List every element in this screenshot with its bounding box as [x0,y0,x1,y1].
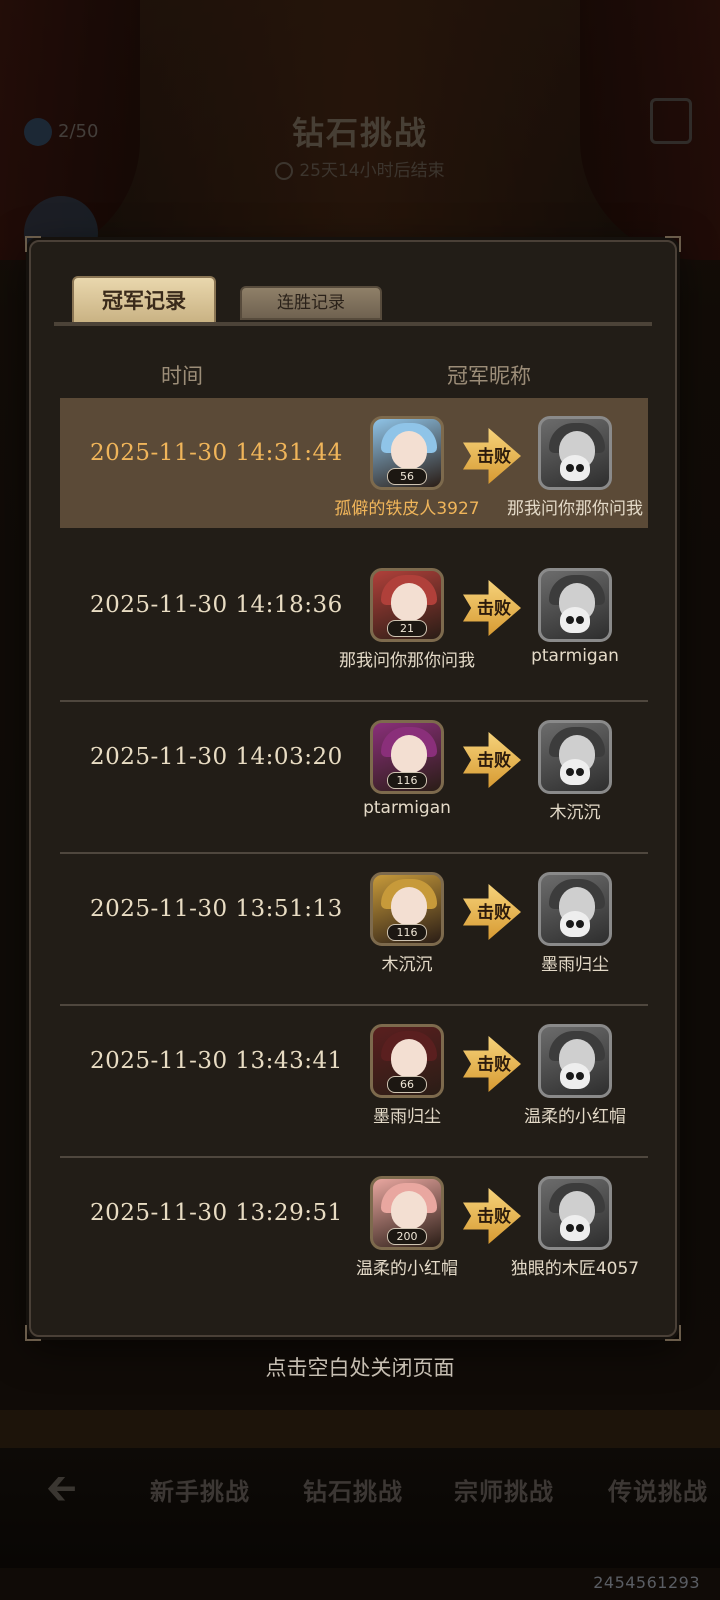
winner-avatar[interactable]: 116 [370,720,444,794]
record-time: 2025-11-30 13:29:51 [90,1200,343,1226]
record-time: 2025-11-30 13:43:41 [90,1048,343,1074]
records-list: 2025-11-30 14:31:44 56 击败 孤僻的铁皮人3927 那我问你那你问… [60,398,648,1310]
tab-win-streak-records[interactable]: 连胜记录 [240,286,382,320]
defeat-label: 击败 [477,1055,511,1075]
loser-avatar[interactable] [538,568,612,642]
winner-level-badge: 21 [387,620,427,637]
avatar-face [391,887,427,925]
avatar-face [391,1039,427,1077]
avatar-face [391,1191,427,1229]
loser-name: ptarmigan [531,646,619,666]
tab-champion-records[interactable]: 冠军记录 [72,276,216,324]
column-header-time: 时间 [161,364,203,388]
record-time: 2025-11-30 14:31:44 [90,440,343,466]
winner-level-badge: 200 [387,1228,427,1245]
loser-avatar[interactable] [538,720,612,794]
panel-corner [25,236,41,252]
loser-name: 墨雨归尘 [541,955,609,975]
skull-icon [560,455,590,481]
loser-avatar[interactable] [538,416,612,490]
loser-name: 那我问你那你问我 [507,499,643,519]
record-time: 2025-11-30 14:18:36 [90,592,343,618]
winner-level-badge: 56 [387,468,427,485]
avatar-face [391,431,427,469]
winner-avatar[interactable]: 56 [370,416,444,490]
record-row: 2025-11-30 13:29:51 200 击败 温柔的小红帽 独眼的木匠4057 [60,1156,648,1310]
winner-avatar[interactable]: 66 [370,1024,444,1098]
skull-icon [560,911,590,937]
defeat-label: 击败 [477,903,511,923]
winner-avatar[interactable]: 200 [370,1176,444,1250]
loser-avatar[interactable] [538,1024,612,1098]
panel-corner [665,1325,681,1341]
skull-icon [560,1063,590,1089]
skull-icon [560,759,590,785]
champion-records-panel: 冠军记录 连胜记录 时间 冠军昵称 2025-11-30 14:31:44 56 击… [25,236,681,1341]
record-time: 2025-11-30 13:51:13 [90,896,343,922]
record-row: 2025-11-30 14:18:36 21 击败 那我问你那你问我 ptarmigan [60,550,648,702]
panel-corner [25,1325,41,1341]
close-hint: 点击空白处关闭页面 [265,1356,455,1380]
loser-name: 温柔的小红帽 [524,1107,626,1127]
winner-level-badge: 66 [387,1076,427,1093]
defeat-label: 击败 [477,447,511,467]
avatar-face [391,583,427,621]
winner-level-badge: 116 [387,924,427,941]
winner-level-badge: 116 [387,772,427,789]
defeat-label: 击败 [477,599,511,619]
avatar-face [391,735,427,773]
loser-name: 独眼的木匠4057 [510,1259,640,1279]
winner-avatar[interactable]: 116 [370,872,444,946]
record-row: 2025-11-30 14:03:20 116 击败 ptarmigan 木沉沉 [60,700,648,854]
record-row: 2025-11-30 14:31:44 56 击败 孤僻的铁皮人3927 那我问你那你问… [60,398,648,528]
column-header-champion-name: 冠军昵称 [447,364,531,388]
record-row: 2025-11-30 13:51:13 116 击败 木沉沉 墨雨归尘 [60,852,648,1006]
loser-name: 木沉沉 [549,803,601,823]
defeat-label: 击败 [477,751,511,771]
skull-icon [560,1215,590,1241]
winner-avatar[interactable]: 21 [370,568,444,642]
skull-icon [560,607,590,633]
loser-avatar[interactable] [538,1176,612,1250]
record-time: 2025-11-30 14:03:20 [90,744,343,770]
tab-divider [54,322,652,326]
panel-corner [665,236,681,252]
defeat-label: 击败 [477,1207,511,1227]
loser-avatar[interactable] [538,872,612,946]
record-row: 2025-11-30 13:43:41 66 击败 墨雨归尘 温柔的小红帽 [60,1004,648,1158]
